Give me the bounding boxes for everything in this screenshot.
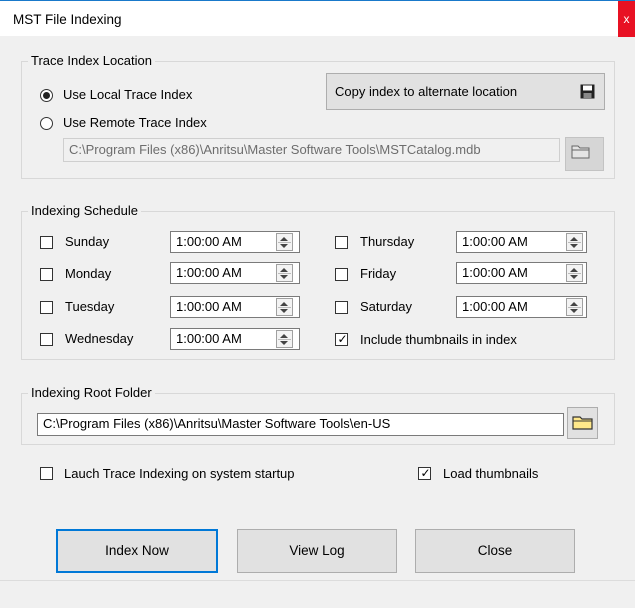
- spin-up-icon[interactable]: [280, 334, 288, 338]
- sunday-label[interactable]: Sunday: [65, 234, 109, 250]
- launch-on-startup-label[interactable]: Lauch Trace Indexing on system startup: [64, 466, 295, 482]
- trace-index-location-legend: Trace Index Location: [28, 53, 155, 69]
- include-thumbnails-label[interactable]: Include thumbnails in index: [360, 332, 517, 348]
- footer-divider: [0, 580, 635, 581]
- checkmark-icon: ✓: [420, 466, 431, 480]
- saturday-label[interactable]: Saturday: [360, 299, 412, 315]
- close-label: Close: [477, 543, 513, 558]
- remote-index-path-field[interactable]: C:\Program Files (x86)\Anritsu\Master So…: [63, 138, 560, 162]
- index-now-button[interactable]: Index Now: [56, 529, 218, 573]
- floppy-disk-icon: [580, 84, 595, 99]
- spin-down-icon[interactable]: [280, 341, 288, 345]
- remote-trace-index-label[interactable]: Use Remote Trace Index: [63, 115, 207, 131]
- load-thumbnails-checkbox[interactable]: ✓: [418, 466, 431, 480]
- spin-down-icon[interactable]: [570, 244, 578, 248]
- include-thumbnails-checkbox[interactable]: ✓: [335, 332, 348, 346]
- spin-down-icon[interactable]: [280, 244, 288, 248]
- spin-up-icon[interactable]: [570, 237, 578, 241]
- local-trace-index-label[interactable]: Use Local Trace Index: [63, 87, 192, 103]
- sunday-checkbox[interactable]: [40, 236, 53, 249]
- thursday-checkbox[interactable]: [335, 236, 348, 249]
- monday-checkbox[interactable]: [40, 268, 53, 281]
- view-log-button[interactable]: View Log: [237, 529, 397, 573]
- wednesday-label[interactable]: Wednesday: [65, 331, 133, 347]
- thursday-label[interactable]: Thursday: [360, 234, 414, 250]
- saturday-time-spinner[interactable]: [566, 298, 583, 316]
- sunday-time-spinner[interactable]: [276, 233, 293, 251]
- launch-on-startup-checkbox[interactable]: [40, 467, 53, 480]
- window-close-button[interactable]: x: [618, 1, 635, 37]
- remote-trace-index-radio[interactable]: [40, 117, 53, 130]
- indexing-schedule-legend: Indexing Schedule: [28, 203, 141, 219]
- copy-index-button[interactable]: Copy index to alternate location: [326, 73, 605, 110]
- load-thumbnails-label[interactable]: Load thumbnails: [443, 466, 538, 482]
- indexing-root-folder-legend: Indexing Root Folder: [28, 385, 155, 401]
- wednesday-checkbox[interactable]: [40, 333, 53, 346]
- saturday-checkbox[interactable]: [335, 301, 348, 314]
- local-trace-index-radio[interactable]: [40, 89, 53, 102]
- tuesday-label[interactable]: Tuesday: [65, 299, 114, 315]
- browse-root-folder-button[interactable]: [567, 407, 598, 439]
- tuesday-time-spinner[interactable]: [276, 298, 293, 316]
- index-now-label: Index Now: [105, 543, 169, 558]
- friday-label[interactable]: Friday: [360, 266, 396, 282]
- view-log-label: View Log: [289, 543, 345, 558]
- indexing-root-path-field[interactable]: C:\Program Files (x86)\Anritsu\Master So…: [37, 413, 564, 436]
- spin-down-icon[interactable]: [570, 275, 578, 279]
- folder-icon: [572, 416, 593, 430]
- spin-up-icon[interactable]: [280, 268, 288, 272]
- spin-down-icon[interactable]: [570, 309, 578, 313]
- close-button[interactable]: Close: [415, 529, 575, 573]
- friday-time-spinner[interactable]: [566, 264, 583, 282]
- folder-icon: [571, 145, 590, 159]
- spin-down-icon[interactable]: [280, 275, 288, 279]
- friday-checkbox[interactable]: [335, 268, 348, 281]
- monday-label[interactable]: Monday: [65, 266, 111, 282]
- spin-up-icon[interactable]: [280, 237, 288, 241]
- browse-remote-index-button[interactable]: [565, 137, 604, 171]
- thursday-time-spinner[interactable]: [566, 233, 583, 251]
- wednesday-time-spinner[interactable]: [276, 330, 293, 348]
- spin-down-icon[interactable]: [280, 309, 288, 313]
- copy-index-button-label: Copy index to alternate location: [335, 84, 518, 99]
- title-bar: MST File Indexing x: [0, 0, 635, 37]
- tuesday-checkbox[interactable]: [40, 301, 53, 314]
- window-title: MST File Indexing: [13, 12, 122, 27]
- monday-time-spinner[interactable]: [276, 264, 293, 282]
- spin-up-icon[interactable]: [280, 302, 288, 306]
- spin-up-icon[interactable]: [570, 268, 578, 272]
- checkmark-icon: ✓: [337, 332, 348, 346]
- spin-up-icon[interactable]: [570, 302, 578, 306]
